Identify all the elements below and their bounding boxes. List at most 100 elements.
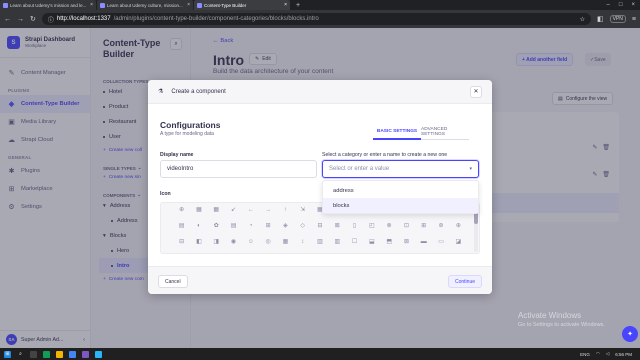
grid-option-icon[interactable]: ▤ — [173, 223, 190, 233]
grid-option-icon[interactable]: ▦ — [190, 207, 207, 217]
grid-option-icon[interactable]: ⇲ — [294, 207, 311, 217]
grid-option-icon[interactable]: → — [259, 207, 276, 217]
menu-icon[interactable]: ≡ — [632, 16, 636, 23]
browser-tab-title: Learn about Udemy culture, mission... — [107, 2, 183, 8]
grid-option-icon[interactable]: ◔ — [242, 223, 259, 233]
grid-option-icon[interactable]: ◐ — [190, 223, 207, 233]
tab-favicon-icon — [100, 2, 105, 8]
grid-option-icon[interactable]: ↑ — [277, 207, 294, 217]
forward-arrow-icon[interactable]: → — [17, 16, 24, 23]
close-icon: ✕ — [473, 89, 479, 95]
back-arrow-icon[interactable]: ← — [4, 16, 11, 23]
grid-option-icon[interactable]: ▥ — [329, 239, 346, 249]
caret-down-icon[interactable]: ▾ — [469, 166, 472, 172]
grid-option-icon[interactable]: ◰ — [363, 223, 380, 233]
grid-option-icon[interactable]: ← — [242, 207, 259, 217]
volume-icon[interactable]: ◁ — [606, 351, 609, 357]
close-modal-button[interactable]: ✕ — [470, 85, 482, 98]
grid-option-icon[interactable]: ⊛ — [432, 223, 449, 233]
modal-title: Create a component — [171, 88, 226, 95]
grid-option-icon[interactable]: ▥ — [311, 239, 328, 249]
grid-option-icon[interactable]: ⊗ — [381, 223, 398, 233]
screen: Learn about Udemy's mission and le... × … — [0, 0, 640, 360]
tab-basic-settings[interactable]: BASIC SETTINGS — [373, 124, 421, 140]
tab-advanced-settings[interactable]: ADVANCED SETTINGS — [421, 124, 469, 140]
vpn-badge[interactable]: VPN — [609, 15, 626, 23]
minimize-icon[interactable]: – — [607, 2, 610, 8]
wifi-icon[interactable]: ◠ — [596, 351, 600, 357]
grid-option-icon[interactable]: ⊟ — [311, 223, 328, 233]
grid-option-icon[interactable]: ◉ — [225, 239, 242, 249]
window-controls: – □ × — [607, 0, 640, 10]
lang-indicator[interactable]: ENG — [580, 352, 590, 357]
category-dropdown: address blocks — [322, 180, 479, 214]
grid-option-icon[interactable]: ⊞ — [259, 223, 276, 233]
extension-icon[interactable]: ◧ — [597, 15, 604, 23]
reload-icon[interactable]: ↻ — [30, 15, 36, 23]
grid-option-icon[interactable]: ✿ — [208, 223, 225, 233]
grid-option-icon[interactable]: ☺ — [242, 239, 259, 249]
url-host: http://localhost:1337 — [56, 16, 111, 22]
grid-option-icon[interactable]: ⬒ — [381, 239, 398, 249]
star-icon[interactable]: ☆ — [580, 16, 585, 23]
vscode-icon[interactable] — [95, 350, 102, 358]
browser-tab[interactable]: Learn about Udemy culture, mission... × — [97, 0, 193, 10]
grid-option-icon[interactable]: ◇ — [294, 223, 311, 233]
grid-option-icon[interactable]: ◧ — [190, 239, 207, 249]
taskbar: ⊞ ⌕ ENG ◠ ◁ 6:56 PM — [0, 348, 640, 360]
grid-option-icon[interactable]: ▤ — [225, 223, 242, 233]
chrome-icon[interactable] — [43, 350, 50, 358]
grid-option-icon[interactable]: ▭ — [432, 239, 449, 249]
browser-tab[interactable]: Learn about Udemy's mission and le... × — [0, 0, 96, 10]
continue-button[interactable]: Continue — [447, 275, 482, 288]
grid-option-icon[interactable]: ◪ — [450, 239, 467, 249]
grid-option-icon[interactable]: ⊕ — [450, 223, 467, 233]
category-option[interactable]: address — [323, 183, 478, 198]
chat-icon[interactable]: ✦ — [622, 326, 638, 342]
display-name-input[interactable]: videoIntro — [160, 160, 317, 178]
grid-option-icon[interactable]: ⊠ — [329, 223, 346, 233]
close-tab-icon[interactable]: × — [284, 2, 287, 8]
category-option[interactable]: blocks — [323, 198, 478, 213]
grid-option-icon[interactable]: ◎ — [259, 239, 276, 249]
display-name-value: videoIntro — [167, 166, 194, 172]
app-icon[interactable] — [82, 350, 89, 358]
grid-option-icon[interactable]: ⊟ — [173, 239, 190, 249]
grid-option-icon[interactable]: ⊞ — [415, 223, 432, 233]
info-icon[interactable]: ⓘ — [48, 15, 54, 24]
settings-tabs: BASIC SETTINGS ADVANCED SETTINGS — [373, 124, 469, 140]
close-window-icon[interactable]: × — [631, 2, 635, 8]
icon-label: Icon — [160, 191, 171, 197]
display-name-label: Display name — [160, 152, 194, 158]
grid-option-icon[interactable]: ◨ — [208, 239, 225, 249]
address-bar[interactable]: ⓘ http://localhost:1337/admin/plugins/co… — [41, 13, 591, 25]
grid-option-icon[interactable]: ▦ — [208, 207, 225, 217]
explorer-icon[interactable] — [56, 350, 63, 358]
grid-option-icon[interactable]: ⊕ — [173, 207, 190, 217]
grid-option-icon[interactable]: ◈ — [277, 223, 294, 233]
maximize-icon[interactable]: □ — [619, 2, 623, 8]
url-path: /admin/plugins/content-type-builder/comp… — [113, 16, 319, 22]
grid-option-icon[interactable]: ▯ — [346, 223, 363, 233]
category-combobox[interactable]: Select or enter a value ▾ — [322, 160, 479, 178]
search-icon[interactable]: ⌕ — [17, 351, 24, 358]
start-icon[interactable]: ⊞ — [4, 350, 11, 358]
grid-option-icon[interactable]: ⬓ — [363, 239, 380, 249]
grid-option-icon[interactable]: ⊡ — [398, 223, 415, 233]
grid-option-icon[interactable]: ☐ — [346, 239, 363, 249]
close-tab-icon[interactable]: × — [90, 2, 93, 8]
category-placeholder: Select or enter a value — [329, 166, 390, 172]
clock[interactable]: 6:56 PM — [615, 352, 632, 357]
cancel-button[interactable]: Cancel — [158, 275, 188, 288]
browser-tab-active[interactable]: Content-Type Builder × — [194, 0, 290, 10]
grid-option-icon[interactable]: ⊠ — [398, 239, 415, 249]
task-view-icon[interactable] — [30, 350, 37, 358]
grid-option-icon[interactable]: ▬ — [415, 239, 432, 249]
close-tab-icon[interactable]: × — [187, 2, 190, 8]
create-component-modal: ⚗ Create a component ✕ Configurations A … — [148, 80, 492, 294]
grid-option-icon[interactable]: ↙ — [225, 207, 242, 217]
new-tab-button[interactable]: + — [291, 0, 305, 10]
grid-option-icon[interactable]: ▦ — [277, 239, 294, 249]
app-icon[interactable] — [69, 350, 76, 358]
grid-option-icon[interactable]: ↕ — [294, 239, 311, 249]
